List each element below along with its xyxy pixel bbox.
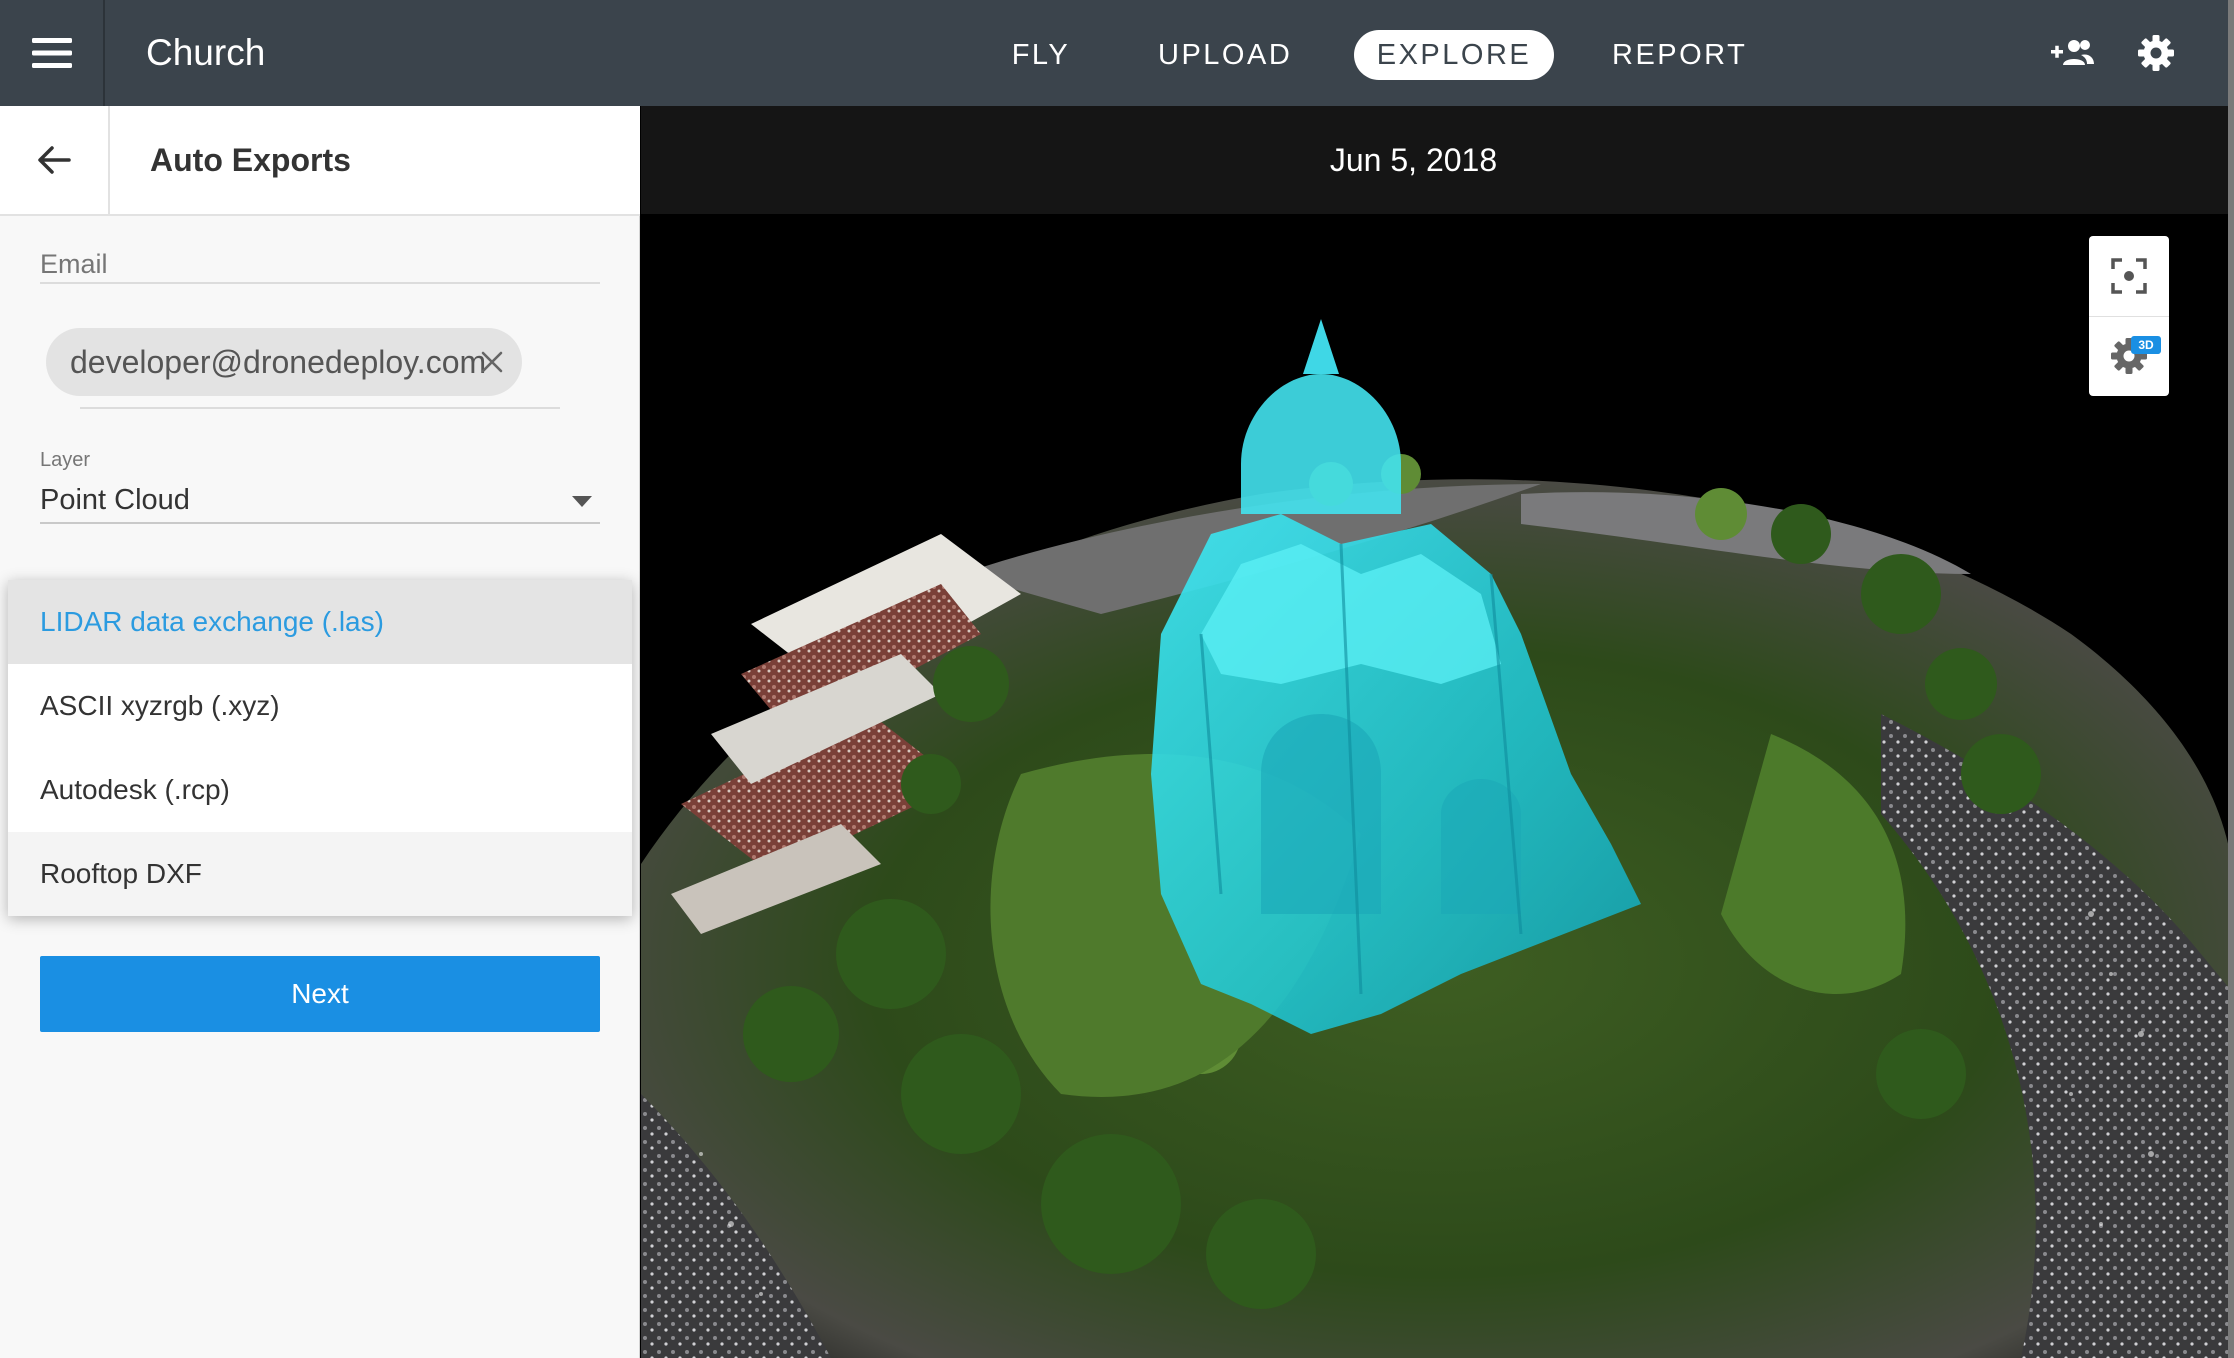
project-title: Church <box>146 32 266 73</box>
add-people-icon <box>2051 40 2094 65</box>
recenter-icon <box>2111 258 2147 294</box>
date-bar: Jun 5, 2018 <box>641 106 2234 214</box>
chevron-down-icon <box>572 496 592 507</box>
layer-label: Layer <box>40 449 91 471</box>
remove-email-button[interactable] <box>474 344 510 380</box>
settings-button[interactable] <box>2130 30 2182 76</box>
email-chip: developer@dronedeploy.com <box>46 328 522 396</box>
email-input-underline <box>80 407 560 409</box>
3d-settings-button[interactable] <box>2089 316 2169 396</box>
email-field[interactable] <box>40 282 600 284</box>
menu-icon <box>31 38 72 68</box>
3d-badge: 3D <box>2131 336 2161 354</box>
add-people-button[interactable] <box>2046 30 2098 76</box>
back-button[interactable] <box>0 106 110 214</box>
3d-viewer[interactable]: Jun 5, 2018 3D <box>641 106 2234 1358</box>
email-label: Email <box>40 249 108 279</box>
layer-select-value: Point Cloud <box>40 484 190 516</box>
dropdown-option-xyz[interactable]: ASCII xyzrgb (.xyz) <box>8 664 632 748</box>
tab-report[interactable]: REPORT <box>1612 30 1745 80</box>
file-type-dropdown: LIDAR data exchange (.las) ASCII xyzrgb … <box>8 580 632 916</box>
panel-title: Auto Exports <box>150 142 351 178</box>
recenter-button[interactable] <box>2089 236 2169 316</box>
arrow-left-icon <box>38 146 71 174</box>
tab-explore[interactable]: EXPLORE <box>1354 30 1554 80</box>
layer-select[interactable]: Point Cloud <box>40 476 600 524</box>
window-edge <box>2228 0 2234 1358</box>
panel-header: Auto Exports <box>0 106 640 216</box>
auto-exports-panel: Auto Exports Email developer@dronedeploy… <box>0 106 640 1358</box>
dropdown-option-las[interactable]: LIDAR data exchange (.las) <box>8 580 632 664</box>
email-chip-text: developer@dronedeploy.com <box>70 343 487 380</box>
capture-date: Jun 5, 2018 <box>1329 142 1498 178</box>
viewer-toolbar: 3D <box>2089 236 2169 396</box>
dropdown-option-rooftop-dxf[interactable]: Rooftop DXF <box>8 832 632 916</box>
close-icon <box>481 351 503 373</box>
tab-upload[interactable]: UPLOAD <box>1158 30 1292 80</box>
point-cloud-scene[interactable] <box>641 214 2234 1358</box>
menu-button[interactable] <box>0 0 105 106</box>
top-bar: Church FLY UPLOAD EXPLORE REPORT <box>0 0 2234 106</box>
tab-fly[interactable]: FLY <box>1003 30 1079 80</box>
settings-gear-icon <box>2138 35 2174 71</box>
next-button[interactable]: Next <box>40 956 600 1032</box>
dropdown-option-rcp[interactable]: Autodesk (.rcp) <box>8 748 632 832</box>
